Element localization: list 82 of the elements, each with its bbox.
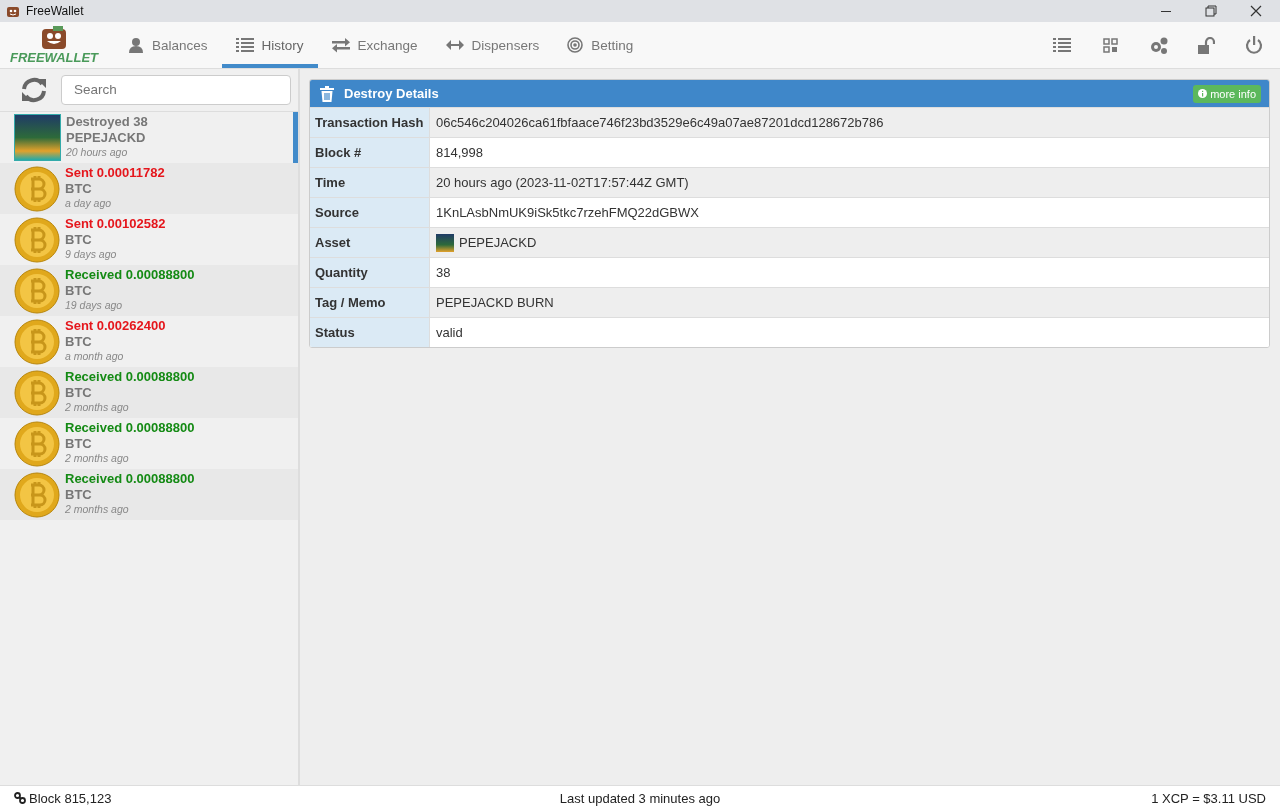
- refresh-icon[interactable]: [20, 75, 48, 104]
- field-label: Quantity: [310, 258, 430, 287]
- bitcoin-coin-icon: [14, 267, 60, 314]
- asset-name: BTC: [65, 282, 93, 299]
- field-value: PEPEJACKD BURN: [435, 294, 554, 312]
- unlocked-padlock-icon[interactable]: [1196, 35, 1216, 55]
- power-icon[interactable]: [1244, 35, 1264, 55]
- history-title: Sent 0.00011782: [65, 165, 165, 181]
- list-icon: [235, 37, 254, 53]
- bitcoin-coin-icon: [14, 471, 60, 518]
- nav-tab[interactable]: Betting: [553, 22, 648, 68]
- bitcoin-coin-icon: [14, 318, 60, 365]
- wallet-mascot-icon: [6, 4, 20, 18]
- block-height: Block 815,123: [29, 790, 112, 806]
- time-ago: a day ago: [65, 196, 113, 212]
- bitcoin-coin-icon: [14, 420, 60, 467]
- asset-name: BTC: [65, 180, 93, 197]
- field-label: Block #: [310, 138, 430, 167]
- panel-title: Destroy Details: [344, 86, 439, 101]
- more-info-button[interactable]: more info: [1193, 84, 1261, 103]
- trash-icon: [320, 85, 334, 102]
- gears-icon[interactable]: [1148, 35, 1168, 55]
- field-label: Time: [310, 168, 430, 197]
- field-label: Asset: [310, 228, 430, 257]
- link-icon: [14, 792, 26, 804]
- price-rate: 1 XCP = $3.11 USD: [1150, 790, 1266, 806]
- last-updated: Last updated 3 minutes ago: [558, 790, 722, 806]
- nav-tab[interactable]: Dispensers: [431, 22, 554, 68]
- field-label: Source: [310, 198, 430, 227]
- asset-name: BTC: [65, 384, 93, 401]
- asset-name: BTC: [65, 231, 93, 248]
- field-label: Transaction Hash: [310, 108, 430, 137]
- bitcoin-coin-icon: [14, 165, 60, 212]
- field-label: Tag / Memo: [310, 288, 430, 317]
- time-ago: 2 months ago: [65, 451, 130, 467]
- artwork-thumbnail: [436, 233, 454, 252]
- double-arrow-icon: [445, 37, 464, 53]
- target-icon: [567, 37, 584, 53]
- history-item[interactable]: Sent 0.00011782 BTC a day ago: [0, 163, 298, 214]
- history-title: Received 0.00088800: [65, 267, 195, 283]
- history-title: Received 0.00088800: [65, 471, 195, 487]
- field-value: PEPEJACKD: [459, 235, 537, 250]
- field-label: Status: [310, 318, 430, 347]
- time-ago: 19 days ago: [65, 298, 124, 314]
- history-item[interactable]: Received 0.00088800 BTC 2 months ago: [0, 469, 298, 520]
- asset-name: PEPEJACKD: [66, 129, 147, 146]
- bitcoin-coin-icon: [14, 216, 60, 263]
- nav-tab[interactable]: Exchange: [317, 22, 432, 68]
- info-icon: [1198, 89, 1208, 98]
- time-ago: a month ago: [65, 349, 125, 365]
- bitcoin-coin-icon: [14, 369, 60, 416]
- nav-tab[interactable]: Balances: [114, 22, 222, 68]
- artwork-thumbnail: [14, 114, 61, 161]
- asset-name: BTC: [65, 486, 93, 503]
- time-ago: 9 days ago: [65, 247, 118, 263]
- window-title: FreeWallet: [26, 4, 84, 18]
- history-title: Destroyed 38: [66, 114, 148, 130]
- field-value: 814,998: [435, 144, 483, 162]
- asset-name: BTC: [65, 435, 93, 452]
- field-value: 1KnLAsbNmUK9iSk5tkc7rzehFMQ22dGBWX: [435, 204, 699, 222]
- history-title: Received 0.00088800: [65, 420, 195, 436]
- history-title: Sent 0.00262400: [65, 318, 166, 334]
- field-value: valid: [435, 324, 463, 342]
- qr-code-icon[interactable]: [1100, 35, 1120, 55]
- logo-text: FREEWALLET: [9, 49, 99, 65]
- field-value: 38: [435, 264, 451, 282]
- time-ago: 2 months ago: [65, 400, 130, 416]
- history-item[interactable]: Received 0.00088800 BTC 19 days ago: [0, 265, 298, 316]
- history-title: Sent 0.00102582: [65, 216, 166, 232]
- list-icon[interactable]: [1052, 35, 1072, 55]
- history-item[interactable]: Received 0.00088800 BTC 2 months ago: [0, 367, 298, 418]
- history-title: Received 0.00088800: [65, 369, 195, 385]
- field-value: 06c546c204026ca61fbfaace746f23bd3529e6c49a07ae87201dcd128672b786: [435, 114, 884, 132]
- wallet-mascot-icon: [39, 25, 69, 50]
- person-icon: [128, 36, 144, 54]
- time-ago: 2 months ago: [65, 502, 130, 518]
- asset-name: BTC: [65, 333, 93, 350]
- restore-icon[interactable]: [1202, 2, 1219, 20]
- field-value: 20 hours ago (2023-11-02T17:57:44Z GMT): [435, 174, 689, 192]
- exchange-icon: [331, 37, 350, 53]
- time-ago: 20 hours ago: [66, 145, 129, 161]
- search-field[interactable]: Search: [61, 74, 291, 105]
